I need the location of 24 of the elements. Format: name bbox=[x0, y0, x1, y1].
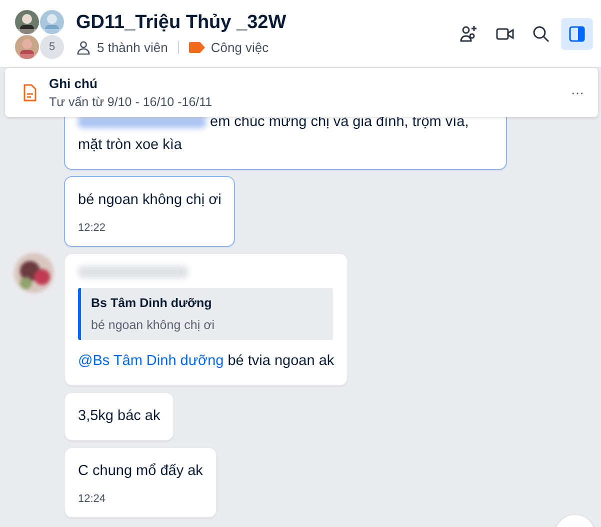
quote-text: bé ngoan không chị ơi bbox=[91, 318, 216, 332]
mention-link[interactable]: @Bs Tâm Dinh dưỡng bbox=[78, 353, 224, 369]
message-time: 12:22 bbox=[78, 222, 107, 234]
member-count: 5 bbox=[39, 34, 65, 60]
more-button[interactable]: ··· bbox=[571, 85, 584, 100]
sidebar-button[interactable] bbox=[561, 18, 593, 50]
pinned-note[interactable]: Ghi chú Tư vấn từ 9/10 - 16/10 -16/11 ··· bbox=[5, 68, 598, 117]
document-icon bbox=[23, 84, 37, 102]
note-title: Ghi chú bbox=[49, 76, 98, 91]
add-user-icon bbox=[459, 24, 479, 44]
message-text: C chung mổ đấy ak bbox=[78, 462, 203, 481]
message-text: 3,5kg bác ak bbox=[78, 407, 160, 426]
group-title: GD11_Triệu Thủy _32W bbox=[76, 12, 288, 34]
quote-author: Bs Tâm Dinh dưỡng bbox=[91, 296, 213, 310]
person-icon bbox=[76, 40, 91, 55]
message-time: 12:24 bbox=[78, 493, 107, 505]
quoted-message[interactable]: Bs Tâm Dinh dưỡng bé ngoan không chị ơi bbox=[78, 288, 333, 340]
sidebar-icon bbox=[567, 24, 587, 44]
tag-label[interactable]: Công việc bbox=[210, 40, 269, 55]
search-icon bbox=[531, 24, 551, 44]
message-text: bé ngoan không chị ơi bbox=[78, 191, 222, 210]
message-text: @Bs Tâm Dinh dưỡng bé tvia ngoan ak bbox=[78, 352, 334, 371]
members-link[interactable]: 5 thành viên bbox=[97, 40, 168, 55]
note-text: Tư vấn từ 9/10 - 16/10 -16/11 bbox=[49, 95, 214, 109]
